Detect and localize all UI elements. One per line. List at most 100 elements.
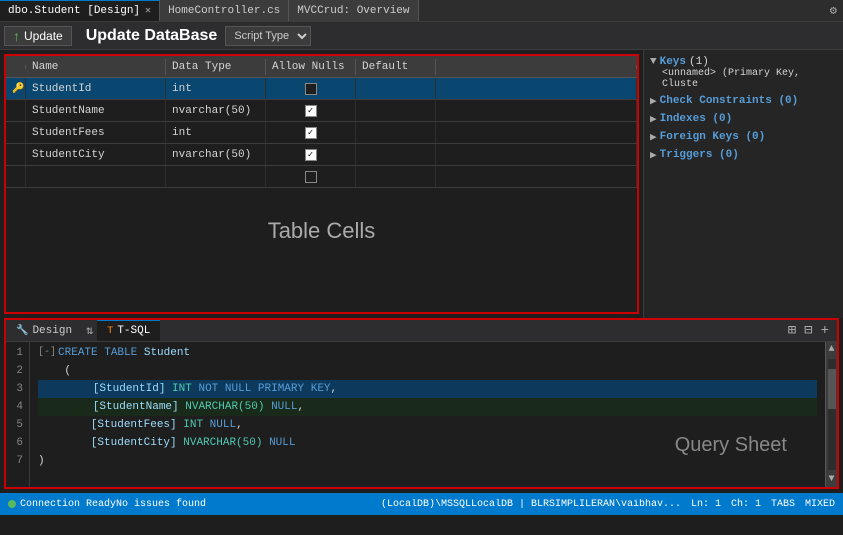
type-nvarchar: NVARCHAR(50): [183, 434, 262, 452]
extra-cell: [436, 144, 637, 165]
allow-nulls-cell[interactable]: [266, 166, 356, 187]
allow-nulls-checkbox[interactable]: [305, 83, 317, 95]
status-right: (LocalDB)\MSSQLLocalDB | BLRSIMPLILERAN\…: [381, 499, 835, 510]
allow-nulls-cell[interactable]: [266, 100, 356, 121]
kw-null: NULL: [210, 416, 236, 434]
col-header-allownulls: Allow Nulls: [266, 59, 356, 75]
field-type[interactable]: nvarchar(50): [166, 100, 266, 121]
field-type[interactable]: [166, 166, 266, 187]
extra-cell: [436, 166, 637, 187]
collapse-triangle[interactable]: ▶: [650, 148, 657, 162]
status-no-issues: No issues found: [116, 499, 206, 510]
default-cell[interactable]: [356, 100, 436, 121]
allow-nulls-checkbox[interactable]: [305, 105, 317, 117]
status-connection: Connection Ready: [8, 499, 116, 510]
field-type[interactable]: nvarchar(50): [166, 144, 266, 165]
default-cell[interactable]: [356, 78, 436, 99]
line-num: 4: [12, 398, 23, 416]
table-design-area: Name Data Type Allow Nulls Default 🔑 Stu…: [0, 50, 643, 318]
tab-mvccrud[interactable]: MVCCrud: Overview: [289, 0, 418, 21]
table-header: Name Data Type Allow Nulls Default: [6, 56, 637, 78]
foreign-keys-section: ▶ Foreign Keys (0): [650, 130, 837, 144]
col-header-default: Default: [356, 59, 436, 75]
keyword-create: CREATE: [58, 344, 98, 362]
indexes-label[interactable]: Indexes (0): [660, 113, 733, 125]
tsql-tab-icon: T: [107, 326, 113, 337]
table-row[interactable]: StudentFees int: [6, 122, 637, 144]
sql-editor: 1 2 3 4 5 6 7 [-] CREATE TABLE Student (: [6, 342, 837, 487]
check-constraints-label[interactable]: Check Constraints (0): [660, 95, 799, 107]
extra-cell: [436, 100, 637, 121]
field-name[interactable]: StudentCity: [26, 144, 166, 165]
foreign-keys-label[interactable]: Foreign Keys (0): [660, 131, 766, 143]
collapse-triangle[interactable]: ▶: [650, 94, 657, 108]
update-button[interactable]: ↑ Update: [4, 26, 72, 46]
upper-section: Name Data Type Allow Nulls Default 🔑 Stu…: [0, 50, 843, 318]
triggers-label[interactable]: Triggers (0): [660, 149, 739, 161]
tab-home-controller[interactable]: HomeController.cs: [160, 0, 289, 21]
fullscreen-btn[interactable]: +: [817, 323, 833, 339]
table-name: Student: [144, 344, 190, 362]
kw-null: NULL: [271, 398, 297, 416]
collapse-icon[interactable]: [-]: [38, 344, 56, 362]
allow-nulls-cell[interactable]: [266, 78, 356, 99]
collapse-triangle[interactable]: ▼: [650, 56, 657, 68]
allow-nulls-checkbox[interactable]: [305, 171, 317, 183]
keys-label[interactable]: Keys: [660, 56, 686, 68]
table-row[interactable]: 🔑 StudentId int: [6, 78, 637, 100]
allow-nulls-cell[interactable]: [266, 122, 356, 143]
field-type[interactable]: int: [166, 78, 266, 99]
sql-content[interactable]: [-] CREATE TABLE Student ( [StudentId] I…: [30, 342, 825, 487]
field-name[interactable]: [26, 166, 166, 187]
status-bar: Connection Ready No issues found (LocalD…: [0, 493, 843, 515]
table-row[interactable]: StudentName nvarchar(50): [6, 100, 637, 122]
scroll-thumb[interactable]: [828, 369, 836, 409]
scroll-track[interactable]: [828, 359, 836, 470]
tab-label: dbo.Student [Design]: [8, 5, 140, 17]
allow-nulls-checkbox[interactable]: [305, 127, 317, 139]
kw-key: KEY: [311, 380, 331, 398]
status-dot: [8, 500, 16, 508]
col-header-extra: [436, 65, 637, 69]
tab-dbo-student[interactable]: dbo.Student [Design] ✕: [0, 0, 160, 21]
indent: [40, 398, 93, 416]
table-cells-label: Table Cells: [6, 188, 637, 244]
sort-icon[interactable]: ⇅: [86, 323, 93, 338]
field-name[interactable]: StudentFees: [26, 122, 166, 143]
table-row[interactable]: [6, 166, 637, 188]
default-cell[interactable]: [356, 144, 436, 165]
default-cell[interactable]: [356, 166, 436, 187]
field-name[interactable]: StudentName: [26, 100, 166, 121]
keys-count: (1): [689, 56, 709, 68]
table-row[interactable]: StudentCity nvarchar(50): [6, 144, 637, 166]
settings-icon[interactable]: ⚙: [824, 3, 843, 18]
grid-view-btn[interactable]: ⊞: [784, 322, 800, 339]
tab-design[interactable]: 🔧 Design: [6, 320, 82, 341]
mixed-mode: MIXED: [805, 499, 835, 510]
tab-close-icon[interactable]: ✕: [145, 5, 151, 17]
keyword-table: TABLE: [104, 344, 137, 362]
sql-line-4: [StudentName] NVARCHAR(50) NULL,: [38, 398, 817, 416]
scroll-up-btn[interactable]: ▲: [828, 342, 834, 357]
sql-line-2: (: [38, 362, 817, 380]
tab-tsql[interactable]: T T-SQL: [97, 320, 160, 341]
table-body: 🔑 StudentId int StudentName nvarchar(50): [6, 78, 637, 188]
collapse-triangle[interactable]: ▶: [650, 130, 657, 144]
kw-primary: PRIMARY: [258, 380, 304, 398]
split-view-btn[interactable]: ⊟: [800, 322, 816, 339]
scroll-down-btn[interactable]: ▼: [828, 472, 834, 487]
field-type[interactable]: int: [166, 122, 266, 143]
line-numbers: 1 2 3 4 5 6 7: [6, 342, 30, 487]
default-cell[interactable]: [356, 122, 436, 143]
field-name[interactable]: StudentId: [26, 78, 166, 99]
col-header-datatype: Data Type: [166, 59, 266, 75]
properties-panel: ▼ Keys (1) <unnamed> (Primary Key, Clust…: [643, 50, 843, 318]
sql-line-7: ): [38, 452, 817, 470]
allow-nulls-cell[interactable]: [266, 144, 356, 165]
collapse-triangle[interactable]: ▶: [650, 112, 657, 126]
script-type-dropdown[interactable]: Script Type: [225, 26, 311, 46]
allow-nulls-checkbox[interactable]: [305, 149, 317, 161]
keys-item[interactable]: <unnamed> (Primary Key, Cluste: [662, 68, 837, 90]
sql-line-6: [StudentCity] NVARCHAR(50) NULL: [38, 434, 817, 452]
vertical-scrollbar[interactable]: ▲ ▼: [825, 342, 837, 487]
